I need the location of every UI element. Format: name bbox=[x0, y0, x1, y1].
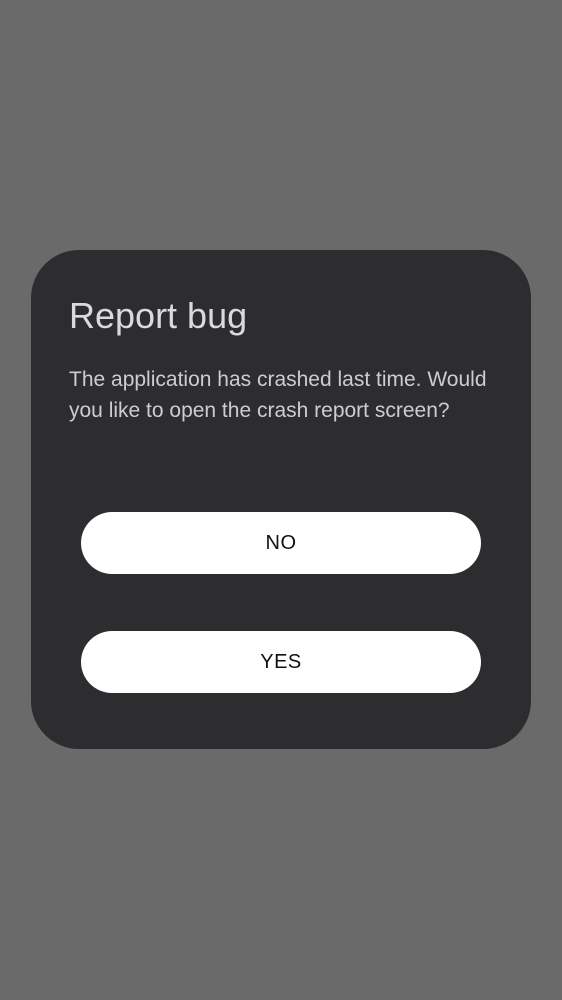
dialog-title: Report bug bbox=[69, 295, 248, 336]
report-bug-dialog: Report bug The application has crashed l… bbox=[31, 250, 531, 749]
yes-button[interactable]: YES bbox=[81, 631, 481, 693]
dialog-message: The application has crashed last time. W… bbox=[69, 368, 487, 422]
no-button[interactable]: NO bbox=[81, 512, 481, 574]
